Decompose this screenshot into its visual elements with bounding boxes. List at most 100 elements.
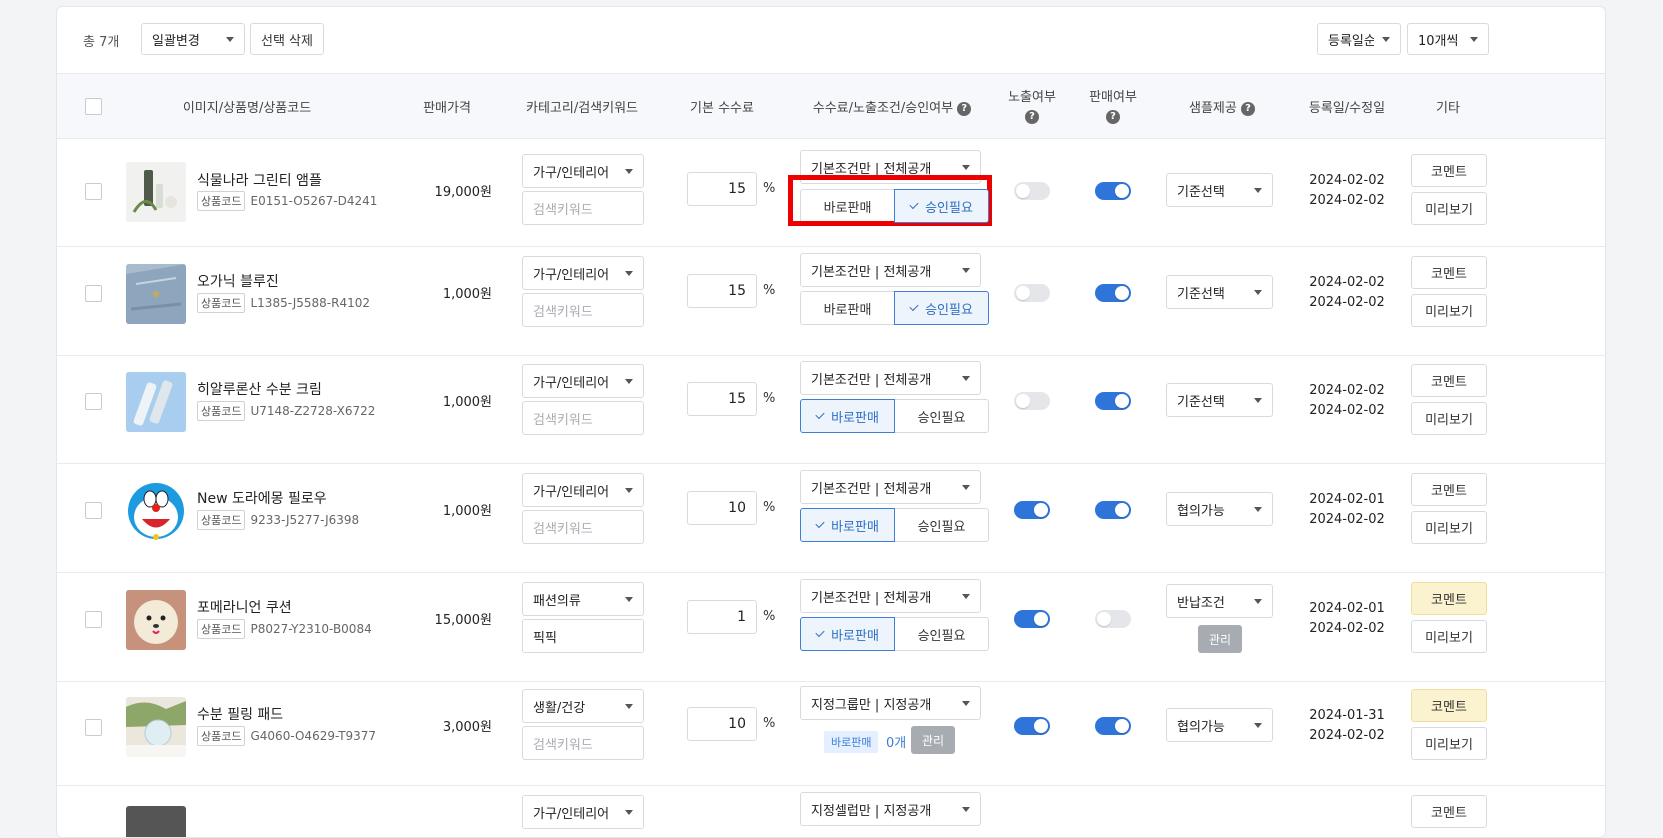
- chevron-down-icon: [625, 487, 633, 493]
- condition-select[interactable]: 기본조건만 | 전체공개: [800, 579, 981, 613]
- fee-input[interactable]: 10: [687, 491, 757, 525]
- instant-sale-option[interactable]: 바로판매: [800, 617, 895, 651]
- select-all-checkbox[interactable]: [85, 98, 102, 115]
- category-select[interactable]: 패션의류: [522, 582, 644, 616]
- product-name[interactable]: 식물나라 그린티 앰플: [197, 170, 322, 190]
- help-icon[interactable]: ?: [957, 101, 972, 116]
- approval-required-option[interactable]: 승인필요: [894, 617, 989, 651]
- sample-select[interactable]: 기준선택: [1166, 275, 1273, 309]
- delete-selected-button[interactable]: 선택 삭제: [250, 23, 324, 55]
- category-select[interactable]: 생활/건강: [522, 689, 644, 723]
- row-checkbox[interactable]: [85, 502, 102, 519]
- category-select[interactable]: 가구/인테리어: [522, 256, 644, 290]
- condition-select[interactable]: 기본조건만 | 전체공개: [800, 253, 981, 287]
- instant-sale-option[interactable]: 바로판매: [800, 399, 895, 433]
- exposure-toggle[interactable]: [1014, 717, 1050, 735]
- product-name[interactable]: 히알루론산 수분 크림: [197, 379, 322, 399]
- instant-sale-option[interactable]: 바로판매: [800, 508, 895, 542]
- exposure-toggle[interactable]: [1014, 392, 1050, 410]
- group-manage-button[interactable]: 관리: [911, 726, 955, 754]
- selling-toggle[interactable]: [1095, 610, 1131, 628]
- product-name[interactable]: New 도라에몽 필로우: [197, 488, 327, 508]
- selling-toggle[interactable]: [1095, 717, 1131, 735]
- fee-input[interactable]: 15: [687, 274, 757, 308]
- category-select[interactable]: 가구/인테리어: [522, 795, 644, 829]
- comment-button[interactable]: 코멘트: [1411, 154, 1487, 187]
- table-row: 수분 필링 패드 상품코드 G4060-O4629-T9377 3,000원 생활…: [57, 681, 1605, 786]
- sample-select[interactable]: 반납조건: [1166, 584, 1273, 618]
- modified-date: 2024-02-02: [1309, 403, 1385, 418]
- keyword-input[interactable]: 픽픽: [522, 619, 644, 653]
- row-checkbox[interactable]: [85, 719, 102, 736]
- row-checkbox[interactable]: [85, 393, 102, 410]
- sample-select[interactable]: 기준선택: [1166, 383, 1273, 417]
- approval-required-option[interactable]: 승인필요: [894, 399, 989, 433]
- table-row: 가구/인테리어 지정셀럽만 | 지정공개 코멘트: [57, 786, 1605, 837]
- approval-required-option[interactable]: 승인필요: [894, 508, 989, 542]
- approval-required-option[interactable]: 승인필요: [894, 291, 989, 325]
- registered-date: 2024-02-01: [1309, 492, 1385, 507]
- preview-button[interactable]: 미리보기: [1411, 620, 1487, 653]
- approval-required-option[interactable]: 승인필요: [894, 189, 989, 223]
- comment-button[interactable]: 코멘트: [1411, 256, 1487, 289]
- exposure-toggle[interactable]: [1014, 610, 1050, 628]
- modified-date: 2024-02-02: [1309, 193, 1385, 208]
- sample-select[interactable]: 협의가능: [1166, 708, 1273, 742]
- comment-button[interactable]: 코멘트: [1411, 795, 1487, 828]
- help-icon[interactable]: ?: [1025, 109, 1039, 124]
- per-page-select[interactable]: 10개씩: [1407, 23, 1489, 55]
- fee-input[interactable]: 1: [687, 600, 757, 634]
- toolbar: 총 7개 일괄변경 선택 삭제 등록일순 10개씩: [57, 7, 1605, 73]
- product-name[interactable]: 수분 필링 패드: [197, 704, 283, 724]
- sample-select[interactable]: 기준선택: [1166, 173, 1273, 207]
- keyword-input[interactable]: 검색키워드: [522, 191, 644, 225]
- selling-toggle[interactable]: [1095, 501, 1131, 519]
- bulk-change-select[interactable]: 일괄변경: [141, 23, 245, 55]
- keyword-input[interactable]: 검색키워드: [522, 401, 644, 435]
- comment-button[interactable]: 코멘트: [1411, 473, 1487, 506]
- condition-select[interactable]: 기본조건만 | 전체공개: [800, 361, 981, 395]
- preview-button[interactable]: 미리보기: [1411, 192, 1487, 225]
- preview-button[interactable]: 미리보기: [1411, 402, 1487, 435]
- keyword-input[interactable]: 검색키워드: [522, 293, 644, 327]
- chevron-down-icon: [226, 36, 234, 42]
- chevron-down-icon: [1254, 598, 1262, 604]
- help-icon[interactable]: ?: [1106, 109, 1120, 124]
- sample-manage-button[interactable]: 관리: [1198, 625, 1242, 653]
- sample-select[interactable]: 협의가능: [1166, 492, 1273, 526]
- product-name[interactable]: 포메라니언 쿠션: [197, 597, 292, 617]
- instant-sale-option[interactable]: 바로판매: [800, 291, 895, 325]
- keyword-input[interactable]: 검색키워드: [522, 726, 644, 760]
- selling-toggle[interactable]: [1095, 182, 1131, 200]
- fee-input[interactable]: 15: [687, 382, 757, 416]
- product-thumbnail: [126, 697, 186, 757]
- category-select[interactable]: 가구/인테리어: [522, 473, 644, 507]
- preview-button[interactable]: 미리보기: [1411, 511, 1487, 544]
- condition-select[interactable]: 기본조건만 | 전체공개: [800, 470, 981, 504]
- condition-select[interactable]: 지정셀럽만 | 지정공개: [800, 792, 981, 826]
- check-icon: [815, 627, 825, 638]
- exposure-toggle[interactable]: [1014, 182, 1050, 200]
- comment-button[interactable]: 코멘트: [1411, 364, 1487, 397]
- product-code-value: U7148-Z2728-X6722: [250, 404, 376, 418]
- preview-button[interactable]: 미리보기: [1411, 294, 1487, 327]
- selling-toggle[interactable]: [1095, 392, 1131, 410]
- comment-button[interactable]: 코멘트: [1411, 689, 1487, 722]
- row-checkbox[interactable]: [85, 611, 102, 628]
- preview-button[interactable]: 미리보기: [1411, 727, 1487, 760]
- keyword-input[interactable]: 검색키워드: [522, 510, 644, 544]
- exposure-toggle[interactable]: [1014, 501, 1050, 519]
- category-select[interactable]: 가구/인테리어: [522, 154, 644, 188]
- row-checkbox[interactable]: [85, 183, 102, 200]
- category-select[interactable]: 가구/인테리어: [522, 364, 644, 398]
- fee-input[interactable]: 10: [687, 707, 757, 741]
- selling-toggle[interactable]: [1095, 284, 1131, 302]
- sort-select[interactable]: 등록일순: [1317, 23, 1401, 55]
- comment-button[interactable]: 코멘트: [1411, 582, 1487, 615]
- row-checkbox[interactable]: [85, 285, 102, 302]
- exposure-toggle[interactable]: [1014, 284, 1050, 302]
- product-name[interactable]: 오가닉 블루진: [197, 271, 279, 291]
- help-icon[interactable]: ?: [1240, 101, 1255, 116]
- condition-select[interactable]: 지정그룹만 | 지정공개: [800, 686, 981, 720]
- fee-input[interactable]: 15: [687, 172, 757, 206]
